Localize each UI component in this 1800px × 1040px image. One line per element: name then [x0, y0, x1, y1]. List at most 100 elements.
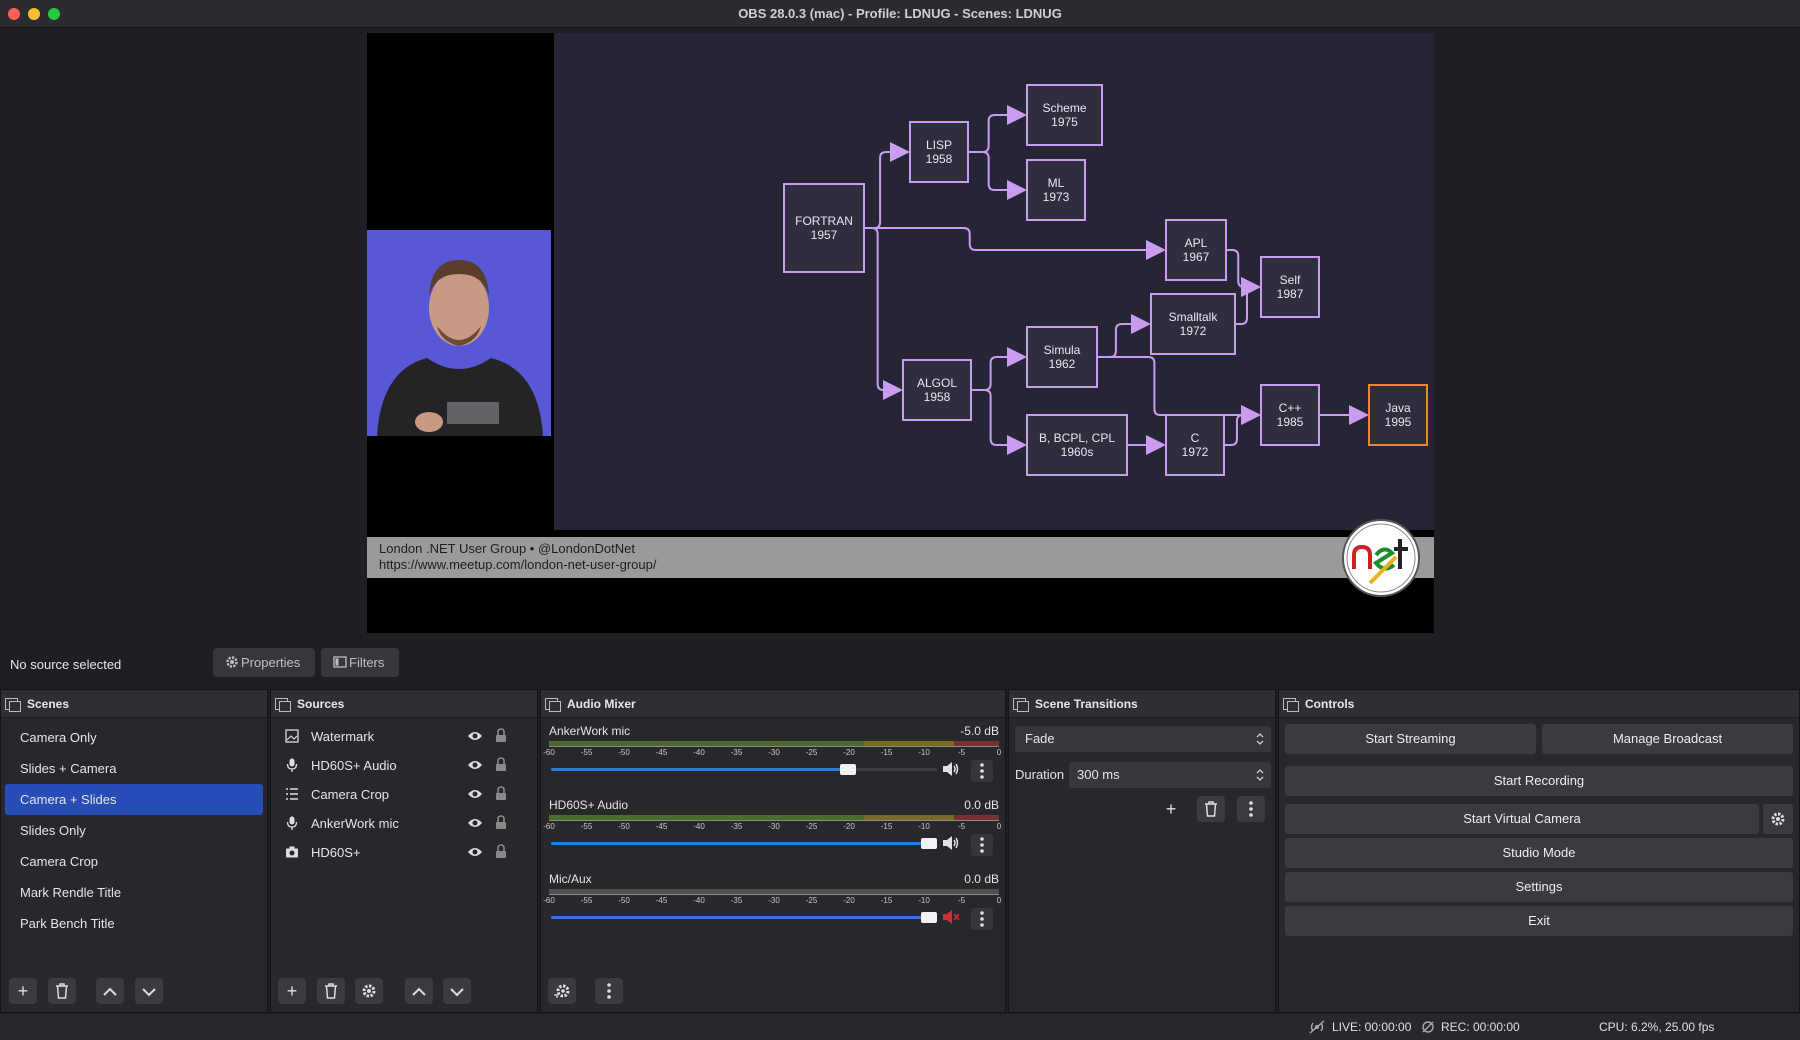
add-scene-button[interactable]: + — [9, 978, 37, 1004]
move-source-down-button[interactable] — [443, 978, 471, 1004]
meter-tick-label: -25 — [805, 822, 818, 831]
scene-transitions-title: Scene Transitions — [1035, 697, 1138, 711]
lock-icon[interactable] — [495, 728, 507, 743]
volume-slider[interactable] — [551, 912, 938, 923]
close-window-button[interactable] — [8, 8, 20, 20]
start-recording-button[interactable]: Start Recording — [1285, 766, 1793, 796]
scene-transitions-dock-header[interactable]: Scene Transitions — [1009, 690, 1275, 718]
move-scene-up-button[interactable] — [96, 978, 124, 1004]
visibility-eye-icon[interactable] — [467, 788, 483, 800]
dock-float-icon[interactable] — [1283, 698, 1299, 712]
remove-transition-button[interactable] — [1197, 796, 1225, 822]
controls-dock-header[interactable]: Controls — [1279, 690, 1799, 718]
add-source-button[interactable]: + — [278, 978, 306, 1004]
speaker-icon[interactable] — [942, 835, 960, 851]
transition-menu-button[interactable] — [1237, 796, 1265, 822]
sources-dock-header[interactable]: Sources — [271, 690, 537, 718]
filters-button[interactable]: Filters — [321, 648, 399, 677]
source-item[interactable]: HD60S+ — [271, 838, 537, 867]
source-item[interactable]: HD60S+ Audio — [271, 751, 537, 780]
sources-dock: Sources Watermark HD60S+ Audio Camera Cr… — [270, 689, 538, 1013]
volume-slider-handle[interactable] — [921, 838, 938, 849]
volume-slider[interactable] — [551, 838, 938, 849]
meter-tick-label: -60 — [543, 822, 555, 831]
lock-icon[interactable] — [495, 815, 507, 830]
channel-db: -5.0 dB — [960, 724, 999, 738]
studio-mode-button[interactable]: Studio Mode — [1285, 838, 1793, 868]
diagram-node-year: 1987 — [1277, 287, 1304, 301]
audio-mixer-dock-header[interactable]: Audio Mixer — [541, 690, 1005, 718]
source-item[interactable]: Camera Crop — [271, 780, 537, 809]
scene-item-label: Slides Only — [20, 823, 86, 838]
channel-name: Mic/Aux — [549, 872, 592, 886]
diagram-node: Smalltalk1972 — [1150, 293, 1236, 355]
channel-menu-button[interactable] — [971, 834, 993, 856]
properties-button[interactable]: Properties — [213, 648, 315, 677]
source-item[interactable]: Watermark — [271, 722, 537, 751]
move-scene-down-button[interactable] — [135, 978, 163, 1004]
advanced-audio-properties-button[interactable] — [548, 978, 576, 1004]
lock-icon[interactable] — [495, 757, 507, 772]
gear-icon — [1771, 812, 1785, 826]
preview-canvas[interactable]: FORTRAN 1957 LISP 1958 Scheme 1975 ML 1973 APL 19… — [367, 33, 1434, 633]
scene-item[interactable]: Camera Crop — [5, 846, 263, 877]
start-streaming-button[interactable]: Start Streaming — [1285, 724, 1536, 754]
scene-item-label: Camera + Slides — [20, 792, 117, 807]
dock-float-icon[interactable] — [275, 698, 291, 712]
exit-button[interactable]: Exit — [1285, 906, 1793, 936]
channel-menu-button[interactable] — [971, 760, 993, 782]
source-item[interactable]: AnkerWork mic — [271, 809, 537, 838]
transition-select[interactable]: Fade — [1015, 726, 1271, 752]
volume-slider-handle[interactable] — [840, 764, 857, 775]
lock-icon[interactable] — [495, 786, 507, 801]
diagram-node-year: 1967 — [1183, 250, 1210, 264]
remove-source-button[interactable] — [317, 978, 345, 1004]
scene-item-selected[interactable]: Camera + Slides — [5, 784, 263, 815]
dock-float-icon[interactable] — [545, 698, 561, 712]
source-properties-button[interactable] — [355, 978, 383, 1004]
mixer-menu-button[interactable] — [595, 978, 623, 1004]
chevron-down-icon — [450, 988, 464, 997]
speaker-icon[interactable] — [942, 761, 960, 777]
add-transition-button[interactable]: + — [1157, 796, 1185, 822]
preview-area[interactable]: FORTRAN 1957 LISP 1958 Scheme 1975 ML 1973 APL 19… — [0, 29, 1800, 646]
duration-input[interactable]: 300 ms — [1069, 762, 1271, 788]
diagram-node-name: Self — [1280, 273, 1301, 287]
meter-tick-label: -45 — [655, 896, 668, 905]
visibility-eye-icon[interactable] — [467, 759, 483, 771]
visibility-eye-icon[interactable] — [467, 730, 483, 742]
diagram-node-year: 1975 — [1051, 115, 1078, 129]
plus-icon: + — [17, 981, 29, 1001]
settings-button[interactable]: Settings — [1285, 872, 1793, 902]
lock-icon[interactable] — [495, 844, 507, 859]
start-virtual-camera-button[interactable]: Start Virtual Camera — [1285, 804, 1759, 834]
speaker-muted-icon[interactable] — [942, 909, 960, 925]
manage-broadcast-button[interactable]: Manage Broadcast — [1542, 724, 1793, 754]
diagram-node-year: 1985 — [1277, 415, 1304, 429]
volume-slider-handle[interactable] — [921, 912, 938, 923]
meter-tick-label: -40 — [693, 822, 705, 831]
diagram-node-name: C — [1191, 431, 1200, 445]
remove-scene-button[interactable] — [48, 978, 76, 1004]
scene-item-label: Camera Only — [20, 730, 97, 745]
move-source-up-button[interactable] — [405, 978, 433, 1004]
virtual-camera-settings-button[interactable] — [1763, 804, 1793, 834]
visibility-eye-icon[interactable] — [467, 817, 483, 829]
scene-item[interactable]: Mark Rendle Title — [5, 877, 263, 908]
channel-menu-button[interactable] — [971, 908, 993, 930]
scenes-dock-header[interactable]: Scenes — [1, 690, 267, 718]
spinner-arrows-icon[interactable] — [1255, 766, 1265, 784]
scene-item[interactable]: Slides + Camera — [5, 753, 263, 784]
volume-slider[interactable] — [551, 764, 937, 775]
sources-toolbar: + — [271, 972, 537, 1012]
scene-item[interactable]: Park Bench Title — [5, 908, 263, 939]
maximize-window-button[interactable] — [48, 8, 60, 20]
meter-ticks: -60 -55 -50 -45 -40 -35 -30 -25 -20 -15 -10 -5 0 — [543, 748, 1001, 760]
scene-item[interactable]: Slides Only — [5, 815, 263, 846]
dock-float-icon[interactable] — [1013, 698, 1029, 712]
scene-item[interactable]: Camera Only — [5, 722, 263, 753]
no-source-label: No source selected — [10, 657, 122, 672]
minimize-window-button[interactable] — [28, 8, 40, 20]
dock-float-icon[interactable] — [5, 698, 21, 712]
visibility-eye-icon[interactable] — [467, 846, 483, 858]
